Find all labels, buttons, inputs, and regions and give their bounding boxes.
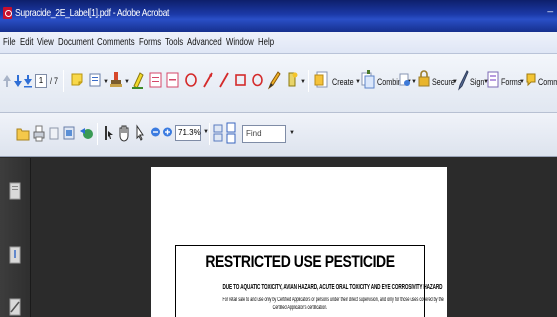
highlight-text-icon[interactable] (131, 70, 145, 90)
window-title: Supracide_2E_Label[1].pdf - Adobe Acroba… (15, 7, 170, 19)
comment-button[interactable]: Comment (538, 77, 557, 87)
sign-pen-icon[interactable] (457, 69, 469, 91)
last-page-icon[interactable] (23, 74, 33, 88)
menu-item-help[interactable]: Help (258, 37, 274, 48)
select-text-cursor-icon[interactable] (102, 123, 114, 143)
toolbar-separator (63, 70, 64, 92)
toolbar-separator (209, 123, 210, 145)
menu-item-file[interactable]: File (3, 37, 16, 48)
toolbar-secondary: 71.3% ▼ Find ▼ (0, 113, 557, 157)
email-icon[interactable] (49, 123, 59, 143)
document-body-line: For retail sale to and use only by Certi… (222, 297, 444, 303)
navigation-panel (0, 158, 31, 317)
cloud-shape-icon[interactable] (184, 72, 198, 88)
create-button[interactable]: Create (332, 77, 354, 87)
sticky-note-icon[interactable] (70, 72, 84, 88)
menu-item-document[interactable]: Document (58, 37, 94, 48)
zoom-level-field[interactable]: 71.3% (175, 125, 201, 141)
text-edit-icon[interactable] (88, 72, 102, 88)
print-icon[interactable] (33, 123, 45, 143)
next-page-icon[interactable] (13, 74, 23, 88)
collaborate-icon[interactable] (399, 70, 411, 90)
minimize-button[interactable]: _ (547, 2, 553, 13)
marquee-zoom-icon[interactable] (133, 122, 147, 144)
line-tool-icon[interactable] (218, 71, 230, 89)
menu-item-edit[interactable]: Edit (20, 37, 33, 48)
arrow-tool-icon[interactable] (202, 71, 214, 89)
previous-page-icon[interactable] (2, 74, 12, 88)
page-total-label: / 7 (50, 76, 59, 86)
menu-bar: File Edit View Document Comments Forms Tools Ad… (0, 32, 557, 54)
zoom-in-icon[interactable] (162, 125, 173, 139)
attach-file-icon[interactable] (285, 70, 299, 90)
forms-icon[interactable] (487, 69, 499, 91)
oval-tool-icon[interactable] (251, 72, 264, 88)
document-heading: RESTRICTED USE PESTICIDE (205, 252, 395, 271)
find-field[interactable]: Find (242, 125, 286, 143)
upload-icon[interactable] (62, 123, 76, 143)
create-pdf-icon[interactable] (314, 69, 330, 91)
toolbar-separator (308, 70, 309, 92)
menu-item-tools[interactable]: Tools (165, 37, 183, 48)
strikethrough-text-icon[interactable] (166, 72, 179, 88)
secure-lock-icon[interactable] (417, 68, 431, 90)
toolbar-separator (97, 123, 98, 145)
open-folder-icon[interactable] (16, 123, 30, 143)
signatures-icon[interactable] (9, 298, 21, 317)
acrobat-app-icon (3, 7, 12, 19)
scrolling-mode-icon[interactable] (225, 121, 237, 145)
hand-tool-icon[interactable] (117, 122, 131, 144)
menu-item-advanced[interactable]: Advanced (187, 37, 222, 48)
share-globe-icon[interactable] (79, 122, 95, 144)
menu-item-forms[interactable]: Forms (139, 37, 161, 48)
toolbar-main: 1 / 7 ▼ ▼ ▼ Create ▼ Combine ▼ Secure ▼ … (0, 54, 557, 113)
rectangle-tool-icon[interactable] (234, 72, 247, 88)
menu-item-comments[interactable]: Comments (97, 37, 135, 48)
chevron-down-icon[interactable]: ▼ (300, 79, 306, 85)
document-subheading: DUE TO AQUATIC TOXICITY, AVIAN HAZARD, A… (222, 282, 443, 291)
attachments-icon[interactable] (9, 246, 21, 269)
combine-files-icon[interactable] (360, 69, 376, 91)
chevron-down-icon[interactable]: ▼ (289, 130, 295, 136)
menu-item-window[interactable]: Window (226, 37, 254, 48)
stamp-icon[interactable] (109, 70, 123, 90)
document-body-line: Certified Applicator's certification. (272, 305, 328, 311)
title-bar: Supracide_2E_Label[1].pdf - Adobe Acroba… (0, 0, 557, 32)
underline-text-icon[interactable] (149, 72, 162, 88)
menu-item-view[interactable]: View (37, 37, 54, 48)
chevron-down-icon[interactable]: ▼ (124, 79, 130, 85)
comment-icon[interactable] (525, 70, 537, 90)
zoom-out-icon[interactable] (150, 125, 161, 139)
pencil-tool-icon[interactable] (267, 70, 281, 90)
page-number-field[interactable]: 1 (35, 74, 47, 88)
pages-thumbnail-icon[interactable] (9, 182, 21, 205)
fit-page-icon[interactable] (213, 122, 223, 144)
